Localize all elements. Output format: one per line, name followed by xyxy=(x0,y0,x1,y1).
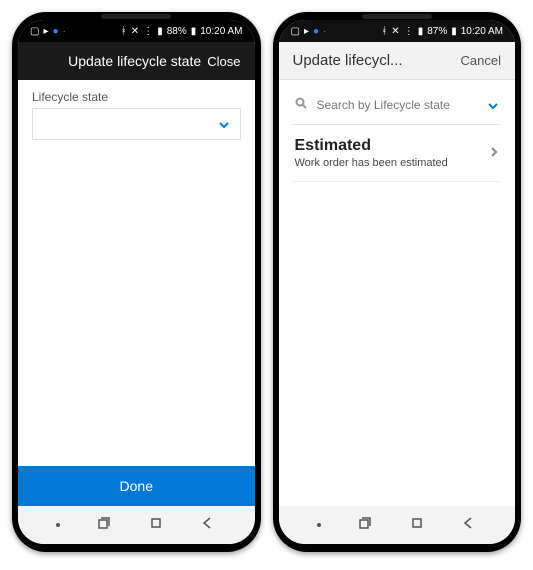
chevron-down-icon[interactable] xyxy=(487,99,499,111)
battery-icon: ▮ xyxy=(451,26,457,37)
signal-icon: ▮ xyxy=(157,26,163,37)
mute-icon: ✕ xyxy=(131,26,139,37)
dot-icon: · xyxy=(63,26,66,37)
bluetooth-icon: ᚼ xyxy=(381,26,387,37)
screen-right: ▢ ▸ ● · ᚼ ✕ ⋮ ▮ 87% ▮ 10:20 AM Update li… xyxy=(279,20,516,544)
done-button-label: Done xyxy=(120,478,153,494)
status-left-icons: ▢ ▸ ● · xyxy=(30,26,66,37)
back-button[interactable] xyxy=(200,515,216,536)
status-right-icons: ᚼ ✕ ⋮ ▮ 87% ▮ 10:20 AM xyxy=(381,26,503,37)
app-icon: ● xyxy=(52,26,58,37)
home-button[interactable] xyxy=(409,515,425,536)
play-icon: ▸ xyxy=(43,26,48,37)
chevron-right-icon xyxy=(489,144,499,162)
android-nav-bar xyxy=(279,506,516,544)
nav-dot xyxy=(317,523,321,527)
search-input[interactable] xyxy=(315,97,480,113)
phone-left: ▢ ▸ ● · ᚼ ✕ ⋮ ▮ 88% ▮ 10:20 AM Update li… xyxy=(12,12,261,552)
battery-pct: 88% xyxy=(167,26,187,37)
lifecycle-state-label: Lifecycle state xyxy=(32,90,241,104)
nav-dot xyxy=(56,523,60,527)
form-body: Lifecycle state xyxy=(18,80,255,466)
phone-right: ▢ ▸ ● · ᚼ ✕ ⋮ ▮ 87% ▮ 10:20 AM Update li… xyxy=(273,12,522,552)
status-left-icons: ▢ ▸ ● · xyxy=(291,26,327,37)
done-button[interactable]: Done xyxy=(18,466,255,506)
chevron-down-icon xyxy=(218,118,230,130)
android-nav-bar xyxy=(18,506,255,544)
image-icon: ▢ xyxy=(291,26,300,37)
signal-icon: ▮ xyxy=(418,26,424,37)
lifecycle-state-dropdown[interactable] xyxy=(32,108,241,140)
cancel-button[interactable]: Cancel xyxy=(461,53,501,68)
lifecycle-option-estimated[interactable]: Estimated Work order has been estimated xyxy=(293,125,502,182)
picker-body: Estimated Work order has been estimated xyxy=(279,80,516,506)
search-row xyxy=(293,90,502,125)
dot-icon: · xyxy=(323,26,326,37)
recents-button[interactable] xyxy=(96,515,112,536)
play-icon: ▸ xyxy=(304,26,309,37)
recents-button[interactable] xyxy=(357,515,373,536)
status-right-icons: ᚼ ✕ ⋮ ▮ 88% ▮ 10:20 AM xyxy=(121,26,243,37)
list-item-subtitle: Work order has been estimated xyxy=(295,157,448,169)
app-bar: Update lifecycl... Cancel xyxy=(279,42,516,80)
back-button[interactable] xyxy=(461,515,477,536)
app-bar: Update lifecycle state Close xyxy=(18,42,255,80)
close-button[interactable]: Close xyxy=(207,54,240,69)
battery-pct: 87% xyxy=(427,26,447,37)
wifi-icon: ⋮ xyxy=(143,26,153,37)
app-icon: ● xyxy=(313,26,319,37)
search-icon xyxy=(295,96,307,114)
list-item-title: Estimated xyxy=(295,137,448,155)
clock: 10:20 AM xyxy=(200,26,242,37)
mute-icon: ✕ xyxy=(391,26,399,37)
clock: 10:20 AM xyxy=(461,26,503,37)
list-item-text: Estimated Work order has been estimated xyxy=(295,137,448,169)
battery-icon: ▮ xyxy=(191,26,197,37)
page-title: Update lifecycl... xyxy=(293,52,461,69)
wifi-icon: ⋮ xyxy=(404,26,414,37)
bluetooth-icon: ᚼ xyxy=(121,26,127,37)
status-bar: ▢ ▸ ● · ᚼ ✕ ⋮ ▮ 87% ▮ 10:20 AM xyxy=(279,20,516,42)
home-button[interactable] xyxy=(148,515,164,536)
status-bar: ▢ ▸ ● · ᚼ ✕ ⋮ ▮ 88% ▮ 10:20 AM xyxy=(18,20,255,42)
image-icon: ▢ xyxy=(30,26,39,37)
page-title: Update lifecycle state xyxy=(62,53,207,69)
screen-left: ▢ ▸ ● · ᚼ ✕ ⋮ ▮ 88% ▮ 10:20 AM Update li… xyxy=(18,20,255,544)
